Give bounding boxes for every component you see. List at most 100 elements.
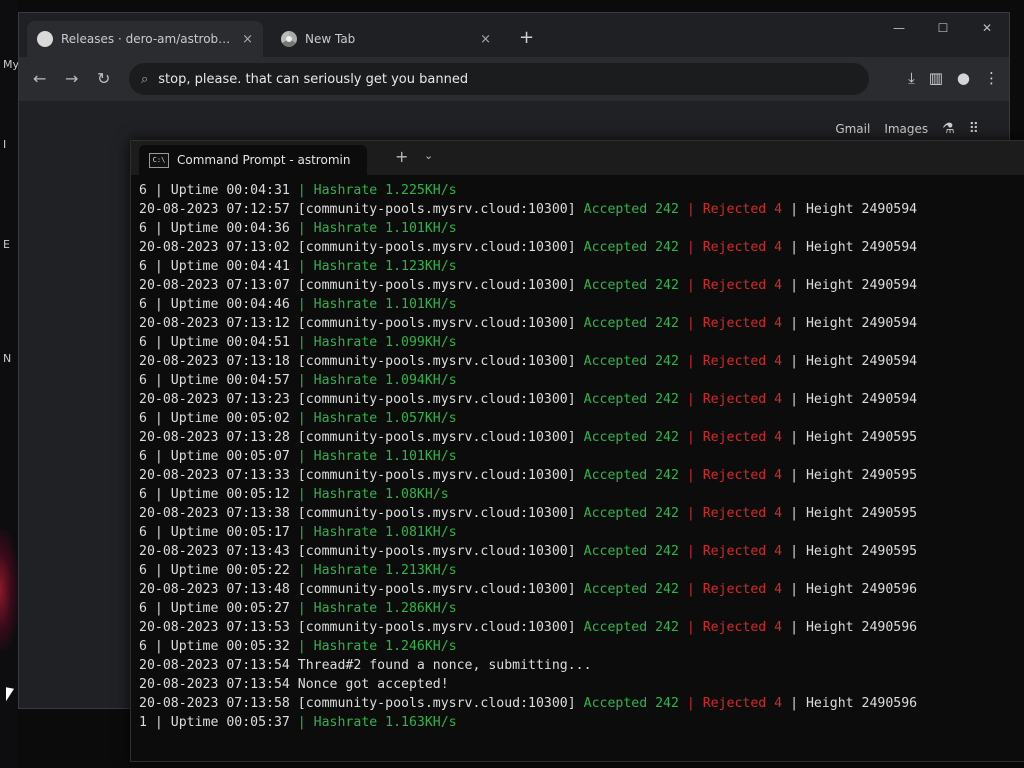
github-icon	[37, 31, 53, 47]
terminal-line: 20-08-2023 07:13:54 Nonce got accepted!	[139, 675, 1024, 694]
terminal-tabbar: C:\ Command Prompt - astromin + ⌄	[131, 141, 1024, 175]
terminal-segment: 6 | Uptime 00:04:31	[139, 183, 298, 198]
terminal-segment: | Hashrate 1.286KH/s	[297, 601, 457, 616]
terminal-segment: | Rejected 4	[686, 544, 791, 559]
chevron-down-icon[interactable]: ⌄	[424, 149, 433, 162]
terminal-segment: 20-08-2023 07:13:12 [community-pools.mys…	[139, 316, 584, 331]
terminal-segment: 6 | Uptime 00:05:12	[139, 487, 298, 502]
terminal-segment: 20-08-2023 07:13:54 Nonce got accepted!	[139, 677, 449, 692]
tab-releases[interactable]: Releases · dero-am/astrobwt-m ×	[27, 21, 263, 57]
address-bar[interactable]: ⌕ stop, please. that can seriously get y…	[129, 63, 869, 95]
terminal-line: 6 | Uptime 00:05:12 | Hashrate 1.08KH/s	[139, 485, 1024, 504]
terminal-segment: | Hashrate 1.213KH/s	[297, 563, 457, 578]
menu-icon[interactable]: ⋮	[984, 69, 999, 87]
terminal-segment: 6 | Uptime 00:04:36	[139, 221, 298, 236]
terminal-segment: | Rejected 4	[686, 392, 791, 407]
terminal-segment: | Height 2490594	[790, 392, 918, 407]
terminal-line: 20-08-2023 07:13:54 Thread#2 found a non…	[139, 656, 1024, 675]
terminal-segment: 20-08-2023 07:12:57 [community-pools.mys…	[139, 202, 584, 217]
new-tab-button[interactable]: +	[519, 27, 534, 48]
terminal-segment: | Height 2490595	[790, 544, 918, 559]
apps-grid-icon[interactable]: ⠿	[969, 121, 979, 137]
terminal-segment: 20-08-2023 07:13:23 [community-pools.mys…	[139, 392, 584, 407]
mouse-pointer-icon	[6, 687, 14, 703]
terminal-line: 20-08-2023 07:13:28 [community-pools.mys…	[139, 428, 1024, 447]
terminal-segment: | Height 2490594	[790, 240, 918, 255]
maximize-button[interactable]: ☐	[921, 13, 965, 43]
terminal-line: 1 | Uptime 00:05:37 | Hashrate 1.163KH/s	[139, 713, 1024, 732]
terminal-output[interactable]: 6 | Uptime 00:04:31 | Hashrate 1.225KH/s…	[131, 175, 1024, 761]
terminal-segment: Accepted 242	[583, 392, 687, 407]
terminal-segment: | Rejected 4	[686, 316, 791, 331]
side-panel-icon[interactable]: ▥	[929, 69, 943, 87]
terminal-line: 6 | Uptime 00:04:41 | Hashrate 1.123KH/s	[139, 257, 1024, 276]
terminal-line: 20-08-2023 07:13:43 [community-pools.mys…	[139, 542, 1024, 561]
terminal-segment: Accepted 242	[583, 582, 687, 597]
terminal-segment: | Hashrate 1.099KH/s	[297, 335, 457, 350]
terminal-line: 6 | Uptime 00:04:46 | Hashrate 1.101KH/s	[139, 295, 1024, 314]
search-icon: ⌕	[141, 71, 149, 87]
terminal-segment: | Rejected 4	[686, 430, 791, 445]
terminal-line: 20-08-2023 07:13:48 [community-pools.mys…	[139, 580, 1024, 599]
terminal-segment: Accepted 242	[583, 278, 687, 293]
terminal-line: 6 | Uptime 00:05:22 | Hashrate 1.213KH/s	[139, 561, 1024, 580]
terminal-segment: Accepted 242	[583, 506, 687, 521]
chrome-icon	[281, 31, 297, 47]
terminal-segment: 6 | Uptime 00:04:51	[139, 335, 298, 350]
desktop-label: N	[3, 352, 12, 365]
gmail-link[interactable]: Gmail	[835, 122, 870, 136]
terminal-segment: 6 | Uptime 00:05:02	[139, 411, 298, 426]
command-prompt-icon: C:\	[149, 152, 169, 168]
terminal-segment: 1 | Uptime 00:05:37	[139, 715, 298, 730]
terminal-new-tab-button[interactable]: +	[395, 147, 408, 166]
terminal-segment: | Rejected 4	[686, 696, 791, 711]
terminal-segment: 6 | Uptime 00:05:07	[139, 449, 298, 464]
close-icon[interactable]: ×	[480, 32, 491, 47]
minimize-button[interactable]: —	[877, 13, 921, 43]
terminal-segment: Accepted 242	[583, 468, 687, 483]
toolbar-icons: ⤓ ▥ ● ⋮	[908, 69, 999, 87]
terminal-line: 6 | Uptime 00:04:51 | Hashrate 1.099KH/s	[139, 333, 1024, 352]
terminal-segment: | Rejected 4	[686, 202, 791, 217]
terminal-line: 6 | Uptime 00:05:32 | Hashrate 1.246KH/s	[139, 637, 1024, 656]
terminal-segment: | Rejected 4	[686, 468, 791, 483]
terminal-window: C:\ Command Prompt - astromin + ⌄ 6 | Up…	[130, 140, 1024, 762]
terminal-segment: | Hashrate 1.101KH/s	[297, 221, 457, 236]
desktop-label: E	[3, 238, 10, 251]
tab-title: New Tab	[305, 32, 356, 46]
terminal-segment: | Hashrate 1.246KH/s	[297, 639, 457, 654]
terminal-segment: 6 | Uptime 00:04:46	[139, 297, 298, 312]
terminal-line: 20-08-2023 07:13:58 [community-pools.mys…	[139, 694, 1024, 713]
terminal-segment: 6 | Uptime 00:04:57	[139, 373, 298, 388]
terminal-segment: 20-08-2023 07:13:54 Thread#2 found a non…	[139, 658, 592, 673]
terminal-segment: | Hashrate 1.123KH/s	[297, 259, 457, 274]
terminal-segment: Accepted 242	[583, 240, 687, 255]
terminal-tab-title: Command Prompt - astromin	[177, 153, 351, 167]
terminal-segment: | Hashrate 1.094KH/s	[297, 373, 457, 388]
forward-button[interactable]: →	[65, 69, 78, 88]
terminal-segment: | Height 2490594	[790, 354, 918, 369]
terminal-segment: | Height 2490594	[790, 202, 918, 217]
labs-icon[interactable]: ⚗	[942, 121, 955, 137]
close-icon[interactable]: ×	[242, 32, 253, 47]
desktop-label: My	[3, 58, 20, 71]
reload-button[interactable]: ↻	[97, 69, 110, 88]
tab-title: Releases · dero-am/astrobwt-m	[61, 32, 235, 46]
terminal-segment: Accepted 242	[583, 544, 687, 559]
back-button[interactable]: ←	[33, 69, 46, 88]
terminal-segment: | Height 2490595	[790, 468, 918, 483]
terminal-segment: 20-08-2023 07:13:02 [community-pools.mys…	[139, 240, 584, 255]
tab-new-tab[interactable]: New Tab ×	[271, 21, 501, 57]
terminal-segment: | Height 2490596	[790, 582, 918, 597]
terminal-segment: 6 | Uptime 00:05:17	[139, 525, 298, 540]
profile-icon[interactable]: ●	[957, 69, 970, 87]
close-window-button[interactable]: ✕	[965, 13, 1009, 43]
terminal-segment: Accepted 242	[583, 430, 687, 445]
terminal-segment: Accepted 242	[583, 202, 687, 217]
terminal-tab[interactable]: C:\ Command Prompt - astromin	[139, 145, 367, 175]
terminal-segment: 20-08-2023 07:13:33 [community-pools.mys…	[139, 468, 584, 483]
terminal-line: 6 | Uptime 00:05:07 | Hashrate 1.101KH/s	[139, 447, 1024, 466]
images-link[interactable]: Images	[884, 122, 928, 136]
wallpaper-glow	[0, 530, 18, 650]
download-icon[interactable]: ⤓	[908, 69, 915, 87]
